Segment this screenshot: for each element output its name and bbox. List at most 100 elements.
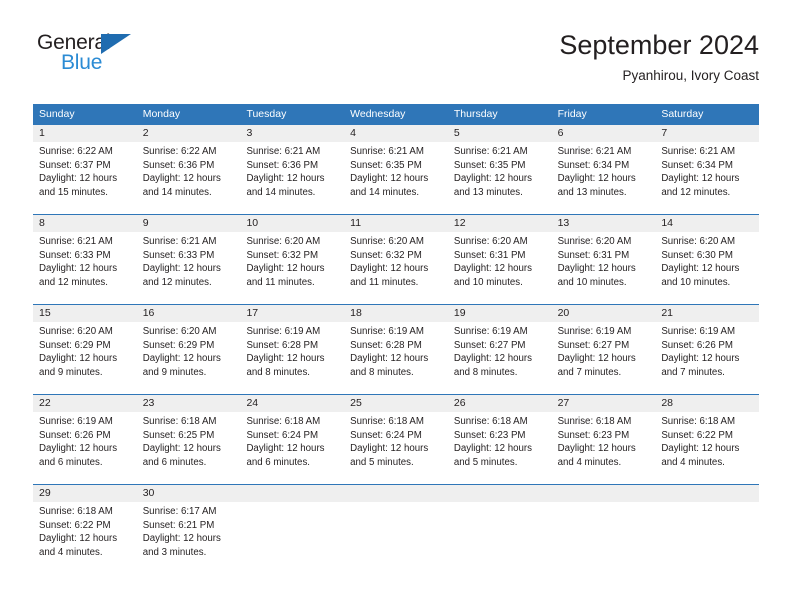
day-number[interactable]: 5	[448, 125, 552, 142]
daylight-text-line2: and 4 minutes.	[661, 456, 725, 468]
sunset-text: Sunset: 6:28 PM	[350, 339, 422, 351]
week-row: 8 9 10 11 12 13 14 Sunrise: 6:21 AM Suns…	[33, 214, 759, 304]
day-number[interactable]: 3	[240, 125, 344, 142]
day-number[interactable]: 9	[137, 215, 241, 232]
day-number[interactable]: 13	[552, 215, 656, 232]
day-cell[interactable]: Sunrise: 6:20 AM Sunset: 6:29 PM Dayligh…	[33, 322, 137, 394]
generalblue-logo[interactable]: General Blue	[33, 32, 153, 80]
day-number[interactable]: 28	[655, 395, 759, 412]
day-number[interactable]: 14	[655, 215, 759, 232]
page-title: September 2024	[559, 30, 759, 60]
sunset-text: Sunset: 6:35 PM	[350, 159, 422, 171]
day-cell[interactable]: Sunrise: 6:20 AM Sunset: 6:31 PM Dayligh…	[448, 232, 552, 304]
day-cell[interactable]: Sunrise: 6:20 AM Sunset: 6:30 PM Dayligh…	[655, 232, 759, 304]
day-cell[interactable]: Sunrise: 6:20 AM Sunset: 6:32 PM Dayligh…	[240, 232, 344, 304]
day-cell[interactable]: Sunrise: 6:18 AM Sunset: 6:22 PM Dayligh…	[655, 412, 759, 484]
weekday-tuesday: Tuesday	[246, 108, 287, 120]
day-number[interactable]: 15	[33, 305, 137, 322]
day-number[interactable]: 25	[344, 395, 448, 412]
day-cell[interactable]: Sunrise: 6:22 AM Sunset: 6:37 PM Dayligh…	[33, 142, 137, 214]
day-cell[interactable]: Sunrise: 6:21 AM Sunset: 6:34 PM Dayligh…	[655, 142, 759, 214]
sunrise-text: Sunrise: 6:18 AM	[39, 506, 113, 517]
sunrise-text: Sunrise: 6:21 AM	[39, 236, 113, 247]
day-cell[interactable]: Sunrise: 6:20 AM Sunset: 6:32 PM Dayligh…	[344, 232, 448, 304]
day-number[interactable]: 1	[33, 125, 137, 142]
daylight-text-line2: and 10 minutes.	[557, 276, 627, 288]
day-cell[interactable]: Sunrise: 6:18 AM Sunset: 6:24 PM Dayligh…	[344, 412, 448, 484]
day-cell[interactable]: Sunrise: 6:21 AM Sunset: 6:34 PM Dayligh…	[552, 142, 656, 214]
day-number[interactable]: 24	[240, 395, 344, 412]
day-number[interactable]: 22	[33, 395, 137, 412]
daylight-text-line1: Daylight: 12 hours	[350, 173, 429, 185]
day-cell[interactable]: Sunrise: 6:19 AM Sunset: 6:27 PM Dayligh…	[448, 322, 552, 394]
day-cell[interactable]: Sunrise: 6:21 AM Sunset: 6:35 PM Dayligh…	[344, 142, 448, 214]
day-number[interactable]: 21	[655, 305, 759, 322]
weekday-header-row: Sunday Monday Tuesday Wednesday Thursday…	[33, 104, 759, 125]
day-number[interactable]: 30	[137, 485, 241, 502]
sunrise-text: Sunrise: 6:20 AM	[350, 236, 424, 247]
page-subtitle: Pyanhirou, Ivory Coast	[622, 68, 759, 83]
day-cell[interactable]: Sunrise: 6:19 AM Sunset: 6:28 PM Dayligh…	[344, 322, 448, 394]
day-cell[interactable]: Sunrise: 6:19 AM Sunset: 6:28 PM Dayligh…	[240, 322, 344, 394]
daylight-text-line1: Daylight: 12 hours	[350, 443, 429, 455]
sunrise-text: Sunrise: 6:19 AM	[661, 326, 736, 337]
day-cell[interactable]: Sunrise: 6:20 AM Sunset: 6:31 PM Dayligh…	[552, 232, 656, 304]
week-detail-band: Sunrise: 6:18 AM Sunset: 6:22 PM Dayligh…	[33, 502, 759, 574]
day-cell[interactable]: Sunrise: 6:18 AM Sunset: 6:25 PM Dayligh…	[137, 412, 241, 484]
day-number[interactable]: 17	[240, 305, 344, 322]
day-number[interactable]: 19	[448, 305, 552, 322]
daylight-text-line2: and 10 minutes.	[453, 276, 523, 288]
daylight-text-line1: Daylight: 12 hours	[557, 173, 636, 185]
daylight-text-line2: and 14 minutes.	[142, 186, 212, 198]
sunrise-text: Sunrise: 6:20 AM	[246, 236, 321, 247]
day-cell[interactable]: Sunrise: 6:19 AM Sunset: 6:27 PM Dayligh…	[552, 322, 656, 394]
day-number[interactable]: 2	[137, 125, 241, 142]
daylight-text-line1: Daylight: 12 hours	[453, 263, 532, 275]
day-number[interactable]: 8	[33, 215, 137, 232]
week-daynumber-band: 15 16 17 18 19 20 21	[33, 305, 759, 322]
sunrise-text: Sunrise: 6:18 AM	[453, 416, 528, 427]
day-number[interactable]: 11	[344, 215, 448, 232]
day-cell[interactable]: Sunrise: 6:21 AM Sunset: 6:33 PM Dayligh…	[33, 232, 137, 304]
day-number[interactable]: 10	[240, 215, 344, 232]
daylight-text-line2: and 14 minutes.	[350, 186, 420, 198]
day-number[interactable]: 20	[552, 305, 656, 322]
day-cell[interactable]: Sunrise: 6:18 AM Sunset: 6:22 PM Dayligh…	[33, 502, 137, 574]
day-number[interactable]: 26	[448, 395, 552, 412]
day-number[interactable]: 18	[344, 305, 448, 322]
sunset-text: Sunset: 6:30 PM	[661, 249, 733, 261]
daylight-text-line1: Daylight: 12 hours	[661, 443, 740, 455]
day-cell[interactable]: Sunrise: 6:18 AM Sunset: 6:24 PM Dayligh…	[240, 412, 344, 484]
day-number[interactable]: 23	[137, 395, 241, 412]
day-number[interactable]: 27	[552, 395, 656, 412]
sunrise-text: Sunrise: 6:22 AM	[142, 146, 217, 157]
day-cell-empty	[655, 502, 759, 574]
day-cell[interactable]: Sunrise: 6:19 AM Sunset: 6:26 PM Dayligh…	[33, 412, 137, 484]
day-cell[interactable]: Sunrise: 6:21 AM Sunset: 6:33 PM Dayligh…	[137, 232, 241, 304]
day-cell[interactable]: Sunrise: 6:22 AM Sunset: 6:36 PM Dayligh…	[137, 142, 241, 214]
day-cell[interactable]: Sunrise: 6:18 AM Sunset: 6:23 PM Dayligh…	[552, 412, 656, 484]
day-cell[interactable]: Sunrise: 6:21 AM Sunset: 6:35 PM Dayligh…	[448, 142, 552, 214]
day-cell[interactable]: Sunrise: 6:17 AM Sunset: 6:21 PM Dayligh…	[137, 502, 241, 574]
weekday-wednesday: Wednesday	[350, 108, 406, 120]
day-number[interactable]: 12	[448, 215, 552, 232]
day-cell-empty	[344, 502, 448, 574]
sunset-text: Sunset: 6:36 PM	[142, 159, 215, 171]
day-cell[interactable]: Sunrise: 6:20 AM Sunset: 6:29 PM Dayligh…	[137, 322, 241, 394]
day-number[interactable]: 29	[33, 485, 137, 502]
daylight-text-line1: Daylight: 12 hours	[661, 173, 740, 185]
day-number[interactable]: 4	[344, 125, 448, 142]
sunset-text: Sunset: 6:22 PM	[39, 519, 111, 531]
sunrise-text: Sunrise: 6:21 AM	[453, 146, 528, 157]
day-cell[interactable]: Sunrise: 6:18 AM Sunset: 6:23 PM Dayligh…	[448, 412, 552, 484]
day-number[interactable]: 16	[137, 305, 241, 322]
week-detail-band: Sunrise: 6:21 AM Sunset: 6:33 PM Dayligh…	[33, 232, 759, 304]
day-cell-empty	[448, 502, 552, 574]
day-cell[interactable]: Sunrise: 6:19 AM Sunset: 6:26 PM Dayligh…	[655, 322, 759, 394]
daylight-text-line1: Daylight: 12 hours	[142, 173, 221, 185]
day-number[interactable]: 6	[552, 125, 656, 142]
day-cell[interactable]: Sunrise: 6:21 AM Sunset: 6:36 PM Dayligh…	[240, 142, 344, 214]
daylight-text-line2: and 12 minutes.	[661, 186, 731, 198]
day-number[interactable]: 7	[655, 125, 759, 142]
sunrise-text: Sunrise: 6:18 AM	[557, 416, 632, 427]
